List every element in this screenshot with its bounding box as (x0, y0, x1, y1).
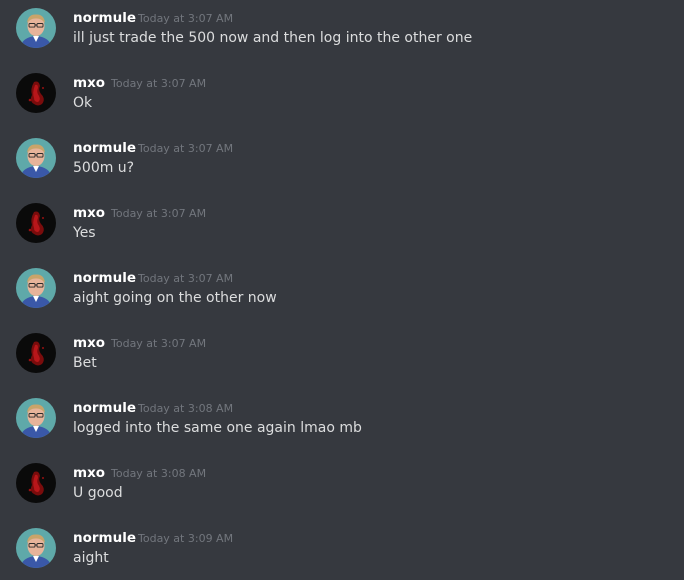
message-group: normule Today at 3:07 AM aight going on … (0, 260, 684, 320)
message-timestamp: Today at 3:08 AM (111, 467, 207, 480)
message-text: Yes (73, 225, 96, 241)
mxo-avatar-icon[interactable] (16, 333, 56, 373)
message-author[interactable]: mxo (73, 335, 105, 351)
message-text: Ok (73, 95, 93, 111)
message-timestamp: Today at 3:08 AM (138, 402, 234, 415)
message-group: normule Today at 3:09 AM aight (0, 520, 684, 580)
normule-avatar-icon[interactable] (16, 138, 56, 178)
message-author[interactable]: mxo (73, 465, 105, 481)
message-text: aight going on the other now (73, 290, 277, 306)
message-author[interactable]: normule (73, 270, 136, 286)
message-group: normule Today at 3:08 AM logged into the… (0, 390, 684, 450)
normule-avatar-icon[interactable] (16, 398, 56, 438)
message-author[interactable]: normule (73, 400, 136, 416)
message-timestamp: Today at 3:07 AM (138, 272, 234, 285)
message-group: mxo Today at 3:08 AM U good (0, 455, 684, 515)
chat-message-list: normule Today at 3:07 AM ill just trade … (0, 0, 684, 574)
normule-avatar-icon[interactable] (16, 8, 56, 48)
message-text: aight (73, 550, 109, 566)
message-author[interactable]: normule (73, 10, 136, 26)
message-text: 500m u? (73, 160, 135, 176)
message-text: Bet (73, 355, 97, 371)
mxo-avatar-icon[interactable] (16, 463, 56, 503)
message-author[interactable]: normule (73, 140, 136, 156)
message-group: normule Today at 3:07 AM 500m u? (0, 130, 684, 190)
message-timestamp: Today at 3:07 AM (138, 142, 234, 155)
normule-avatar-icon[interactable] (16, 528, 56, 568)
message-text: U good (73, 485, 123, 501)
message-text: ill just trade the 500 now and then log … (73, 30, 473, 46)
message-author[interactable]: mxo (73, 205, 105, 221)
message-timestamp: Today at 3:07 AM (111, 77, 207, 90)
message-timestamp: Today at 3:07 AM (111, 207, 207, 220)
message-author[interactable]: normule (73, 530, 136, 546)
message-timestamp: Today at 3:07 AM (111, 337, 207, 350)
message-author[interactable]: mxo (73, 75, 105, 91)
message-group: normule Today at 3:07 AM ill just trade … (0, 0, 684, 60)
mxo-avatar-icon[interactable] (16, 203, 56, 243)
mxo-avatar-icon[interactable] (16, 73, 56, 113)
normule-avatar-icon[interactable] (16, 268, 56, 308)
message-group: mxo Today at 3:07 AM Bet (0, 325, 684, 385)
message-timestamp: Today at 3:09 AM (138, 532, 234, 545)
message-group: mxo Today at 3:07 AM Yes (0, 195, 684, 255)
message-text: logged into the same one again lmao mb (73, 420, 362, 436)
message-timestamp: Today at 3:07 AM (138, 12, 234, 25)
message-group: mxo Today at 3:07 AM Ok (0, 65, 684, 125)
